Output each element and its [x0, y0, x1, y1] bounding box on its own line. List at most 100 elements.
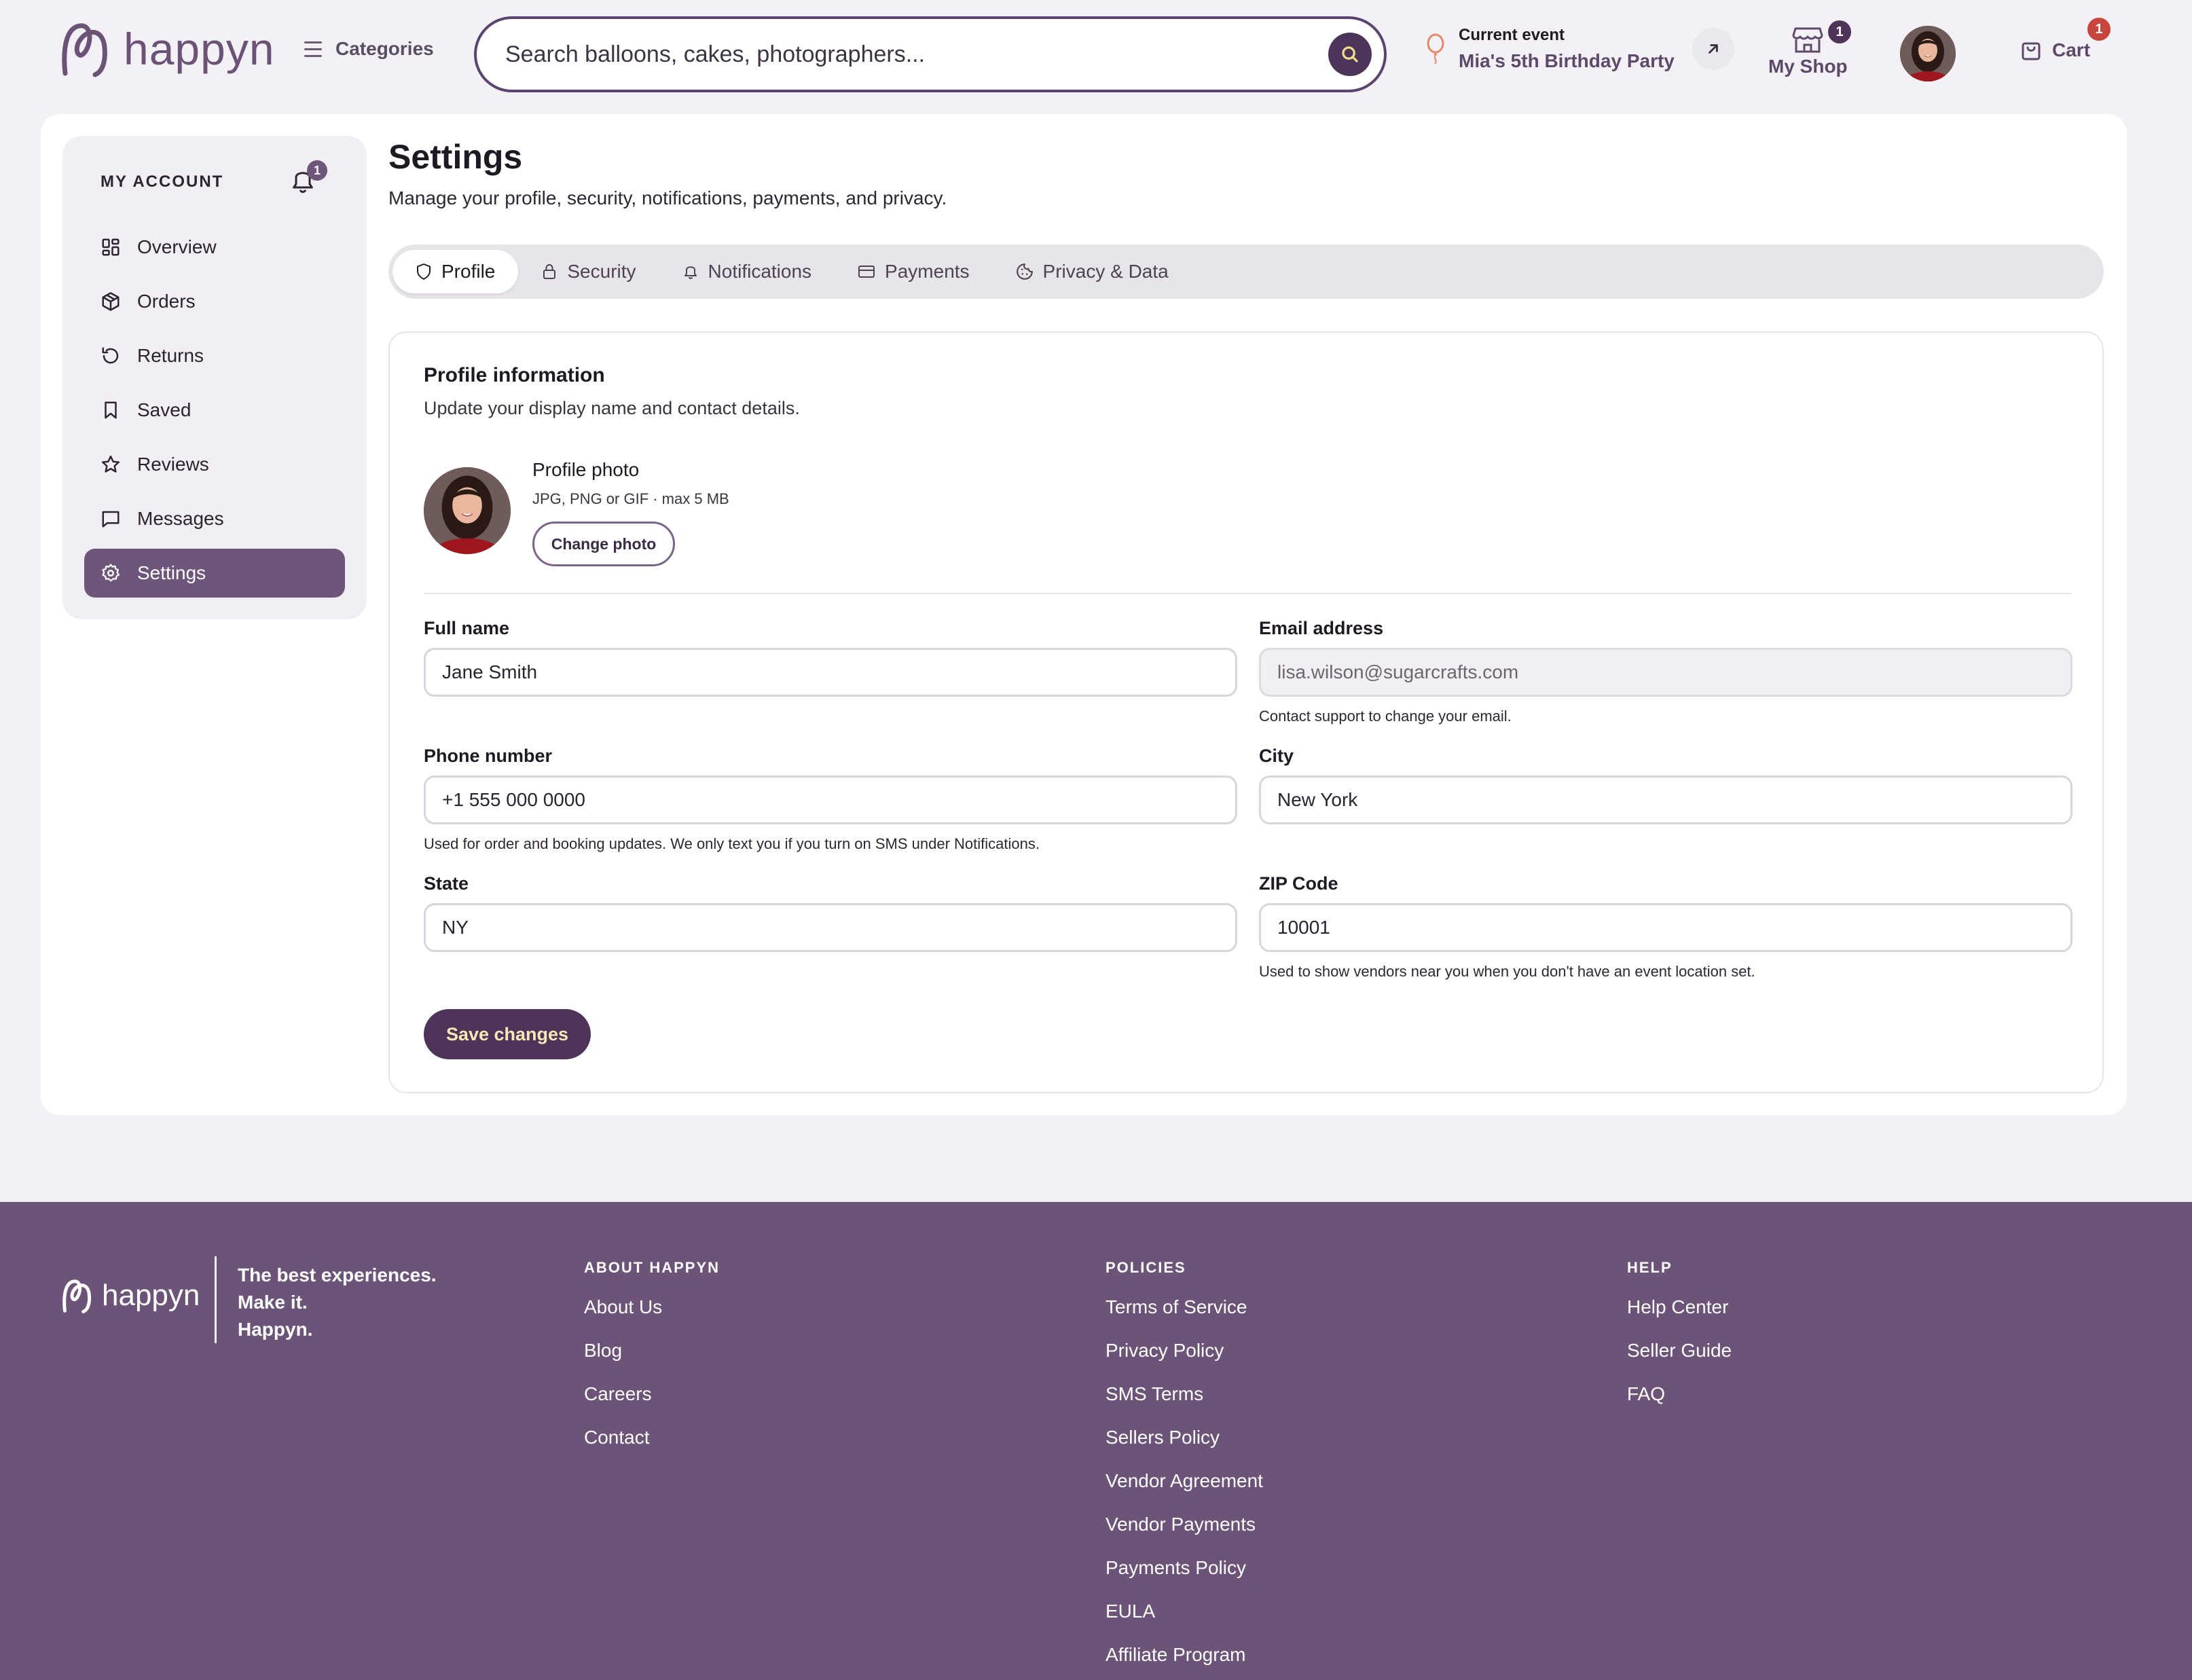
footer-link-help-center[interactable]: Help Center: [1627, 1294, 1732, 1338]
sidebar-item-label: Returns: [137, 345, 204, 366]
state-label: State: [424, 873, 469, 894]
my-shop-button[interactable]: My Shop 1: [1768, 20, 1851, 77]
tab-security[interactable]: Security: [518, 250, 659, 293]
footer-link-payments-policy[interactable]: Payments Policy: [1106, 1555, 1263, 1599]
sidebar-item-reviews[interactable]: Reviews: [84, 440, 345, 489]
profile-information-card: Profile information Update your display …: [388, 331, 2104, 1093]
search-button[interactable]: [1328, 33, 1372, 76]
footer-link-contact[interactable]: Contact: [584, 1425, 720, 1468]
cart-button[interactable]: Cart 1: [2021, 18, 2111, 61]
phone-input[interactable]: [442, 789, 1235, 811]
state-input[interactable]: [442, 917, 1235, 938]
rotate-icon: [102, 347, 119, 364]
save-changes-button[interactable]: Save changes: [424, 1009, 591, 1059]
footer-column-policies: POLICIES Terms of Service Privacy Policy…: [1106, 1259, 1263, 1680]
sidebar-item-label: Settings: [137, 562, 206, 583]
zip-input[interactable]: [1277, 917, 2070, 938]
cookie-icon: [1016, 263, 1033, 280]
footer-column-about: ABOUT HAPPYN About Us Blog Careers Conta…: [584, 1259, 720, 1468]
change-photo-button[interactable]: Change photo: [532, 522, 675, 566]
footer-link-seller-guide[interactable]: Seller Guide: [1627, 1338, 1732, 1381]
my-shop-label: My Shop: [1768, 56, 1848, 77]
sidebar-item-label: Messages: [137, 508, 224, 529]
footer-logo[interactable]: happyn: [61, 1278, 200, 1313]
grid-icon: [102, 238, 120, 256]
current-event[interactable]: Current event Mia's 5th Birthday Party: [1425, 26, 1734, 72]
hamburger-icon: [304, 41, 322, 57]
tab-profile[interactable]: Profile: [392, 250, 519, 293]
full-name-label: Full name: [424, 618, 510, 638]
store-icon: [1792, 27, 1823, 53]
happyn-logo[interactable]: happyn: [60, 20, 275, 77]
bell-icon: [684, 266, 697, 279]
notifications-bell-button[interactable]: 1: [289, 160, 327, 199]
balloon-icon: [1427, 33, 1444, 65]
sidebar-item-settings[interactable]: Settings: [84, 549, 345, 598]
tab-label: Profile: [441, 261, 496, 282]
current-event-name: Mia's 5th Birthday Party: [1459, 50, 1675, 71]
city-label: City: [1259, 746, 1294, 766]
site-footer: happyn The best experiences. Make it. Ha…: [0, 1202, 2192, 1680]
tab-label: Payments: [885, 261, 970, 282]
shield-icon: [417, 263, 431, 280]
categories-label: Categories: [335, 38, 434, 59]
sidebar-item-label: Orders: [137, 291, 196, 312]
email-label: Email address: [1259, 618, 1384, 638]
sidebar-item-overview[interactable]: Overview: [84, 223, 345, 272]
account-sidebar: MY ACCOUNT 1 Overview Orders Returns Sav…: [62, 136, 367, 619]
page-subtitle: Manage your profile, security, notificat…: [388, 187, 947, 208]
tab-notifications[interactable]: Notifications: [659, 250, 835, 293]
footer-link-terms[interactable]: Terms of Service: [1106, 1294, 1263, 1338]
state-field-wrapper: [424, 903, 1237, 952]
full-name-input[interactable]: [442, 661, 1235, 683]
sidebar-item-saved[interactable]: Saved: [84, 386, 345, 435]
zip-help-text: Used to show vendors near you when you d…: [1259, 963, 1755, 980]
top-header: happyn Categories Current event Mia's 5t…: [0, 0, 2192, 109]
full-name-field-wrapper: [424, 648, 1237, 697]
email-input: [1277, 661, 2070, 683]
page-title: Settings: [388, 138, 523, 176]
open-event-button[interactable]: [1692, 28, 1734, 70]
user-avatar[interactable]: [1900, 26, 1956, 81]
sidebar-item-messages[interactable]: Messages: [84, 494, 345, 543]
sidebar-item-label: Overview: [137, 236, 217, 257]
search-input[interactable]: [505, 41, 1286, 68]
tab-privacy-data[interactable]: Privacy & Data: [993, 250, 1192, 293]
card-icon: [858, 266, 875, 278]
sidebar-item-label: Reviews: [137, 454, 209, 475]
footer-column-title: ABOUT HAPPYN: [584, 1259, 720, 1276]
footer-link-vendor-agreement[interactable]: Vendor Agreement: [1106, 1468, 1263, 1512]
tab-label: Security: [567, 261, 636, 282]
logo-text: happyn: [124, 24, 275, 74]
footer-link-careers[interactable]: Careers: [584, 1381, 720, 1425]
star-icon: [101, 455, 120, 473]
phone-help-text: Used for order and booking updates. We o…: [424, 835, 1040, 852]
footer-link-privacy-policy[interactable]: Privacy Policy: [1106, 1338, 1263, 1381]
profile-photo-portrait: [424, 467, 511, 554]
settings-tabs: Profile Security Notifications Payments …: [388, 244, 2104, 299]
footer-link-vendor-payments[interactable]: Vendor Payments: [1106, 1512, 1263, 1555]
sidebar-item-label: Saved: [137, 399, 191, 420]
profile-photo-title: Profile photo: [532, 459, 640, 480]
zip-label: ZIP Code: [1259, 873, 1338, 894]
sidebar-item-orders[interactable]: Orders: [84, 277, 345, 326]
footer-column-help: HELP Help Center Seller Guide FAQ: [1627, 1259, 1732, 1425]
phone-label: Phone number: [424, 746, 553, 766]
lock-icon: [543, 264, 556, 279]
footer-column-title: HELP: [1627, 1259, 1673, 1276]
categories-menu-button[interactable]: Categories: [304, 38, 434, 60]
cart-badge: 1: [2087, 18, 2111, 41]
footer-link-affiliate-program[interactable]: Affiliate Program: [1106, 1642, 1263, 1680]
footer-link-sellers-policy[interactable]: Sellers Policy: [1106, 1425, 1263, 1468]
city-input[interactable]: [1277, 789, 2070, 811]
footer-link-about-us[interactable]: About Us: [584, 1294, 720, 1338]
footer-link-eula[interactable]: EULA: [1106, 1599, 1263, 1642]
phone-field-wrapper: [424, 775, 1237, 824]
footer-link-blog[interactable]: Blog: [584, 1338, 720, 1381]
bell-badge: 1: [307, 160, 327, 181]
footer-link-sms-terms[interactable]: SMS Terms: [1106, 1381, 1263, 1425]
footer-link-faq[interactable]: FAQ: [1627, 1381, 1732, 1425]
tab-payments[interactable]: Payments: [835, 250, 993, 293]
tab-label: Notifications: [708, 261, 812, 282]
sidebar-item-returns[interactable]: Returns: [84, 331, 345, 380]
